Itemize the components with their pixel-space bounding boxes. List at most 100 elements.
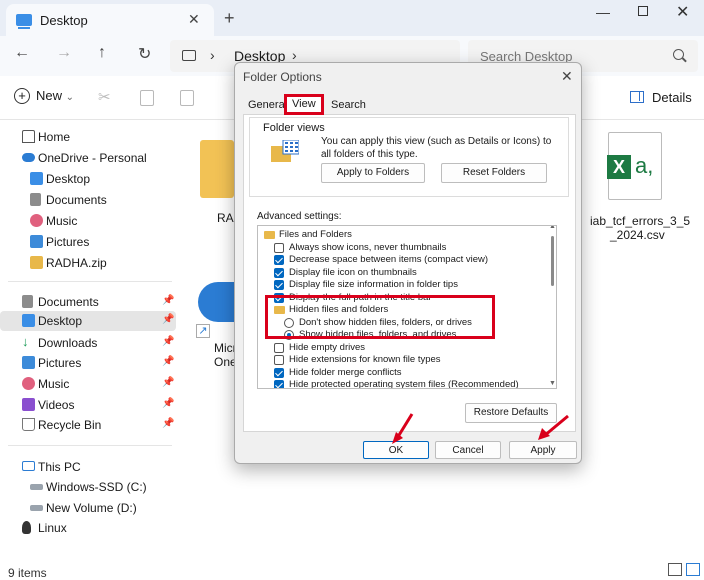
checkbox-checked[interactable] xyxy=(274,280,284,290)
scroll-down-icon[interactable]: ▼ xyxy=(549,380,556,387)
hidden-files-highlight xyxy=(265,295,495,339)
new-button[interactable]: + New ⌄ xyxy=(14,88,74,104)
cancel-button[interactable]: Cancel xyxy=(435,441,501,459)
refresh-button[interactable]: ↻ xyxy=(138,44,151,64)
setting-label: Files and Folders xyxy=(279,229,352,240)
status-item-count: 9 items xyxy=(8,566,47,580)
setting-label: Always show icons, never thumbnails xyxy=(289,241,447,253)
music-icon xyxy=(30,214,43,227)
tab-title: Desktop xyxy=(40,13,88,28)
sidebar-item-onedrive-pictures[interactable]: Pictures xyxy=(0,232,176,252)
pin-icon: 📌 xyxy=(162,377,175,388)
sidebar-item-desktop[interactable]: Desktop 📌 xyxy=(0,311,176,331)
checkbox-unchecked[interactable] xyxy=(274,355,284,365)
breadcrumb-separator[interactable]: › xyxy=(292,47,297,63)
tab-desktop[interactable]: Desktop ✕ xyxy=(6,4,214,36)
sidebar-item-onedrive-desktop[interactable]: Desktop xyxy=(0,169,176,189)
recycle-bin-icon xyxy=(22,418,35,431)
maximize-button[interactable] xyxy=(638,6,648,16)
forward-button[interactable]: → xyxy=(56,44,72,62)
sidebar-divider xyxy=(8,445,172,446)
sidebar-item-onedrive-music[interactable]: Music xyxy=(0,211,176,231)
sidebar-item-drive-d[interactable]: New Volume (D:) xyxy=(0,498,176,518)
close-icon[interactable]: ✕ xyxy=(561,68,573,85)
apply-button[interactable]: Apply xyxy=(509,441,577,459)
home-icon xyxy=(22,130,35,143)
sidebar-item-home[interactable]: Home xyxy=(0,127,176,147)
new-tab-button[interactable]: + xyxy=(224,8,235,29)
sidebar-item-radha-zip[interactable]: RADHA.zip xyxy=(0,253,176,273)
sidebar-item-label: Music xyxy=(38,377,70,391)
sidebar-item-label: Downloads xyxy=(38,336,98,350)
checkbox-unchecked[interactable] xyxy=(274,342,284,353)
sidebar-item-documents[interactable]: Documents 📌 xyxy=(0,292,176,312)
sidebar-item-drive-c[interactable]: Windows-SSD (C:) xyxy=(0,477,176,497)
sidebar-item-label: OneDrive - Personal xyxy=(38,151,147,165)
documents-icon xyxy=(30,193,41,206)
pin-icon: 📌 xyxy=(162,418,175,429)
videos-icon xyxy=(22,398,35,411)
sidebar-item-label: New Volume (D:) xyxy=(46,501,137,515)
tab-view[interactable]: View xyxy=(284,94,324,115)
checkbox-checked[interactable] xyxy=(274,380,284,388)
copy-icon[interactable] xyxy=(140,90,154,106)
pictures-icon xyxy=(30,235,43,248)
details-label: Details xyxy=(652,90,692,105)
desktop-folder-icon xyxy=(30,172,43,185)
search-icon xyxy=(673,49,684,60)
minimize-button[interactable]: — xyxy=(596,4,610,20)
folder-icon xyxy=(200,140,234,198)
details-view-icon[interactable] xyxy=(686,563,700,576)
sidebar-item-videos[interactable]: Videos 📌 xyxy=(0,395,176,415)
sidebar-item-label: Home xyxy=(38,130,71,144)
scroll-up-icon[interactable]: ▲ xyxy=(549,226,556,230)
sidebar-item-pictures[interactable]: Pictures 📌 xyxy=(0,353,176,373)
checkbox-checked[interactable] xyxy=(274,367,284,378)
close-window-button[interactable]: ✕ xyxy=(676,2,689,22)
setting-label: Hide empty drives xyxy=(289,341,366,353)
folder-icon xyxy=(264,231,275,239)
folder-views-title: Folder views xyxy=(263,122,325,134)
sidebar-item-onedrive[interactable]: OneDrive - Personal xyxy=(0,148,176,168)
checkbox-unchecked[interactable] xyxy=(274,242,284,253)
checkbox-checked[interactable] xyxy=(274,255,284,265)
csv-badge-text: a, xyxy=(635,153,654,178)
details-button[interactable]: Details xyxy=(630,90,692,105)
sidebar-item-label: Documents xyxy=(46,193,107,207)
settings-scrollbar[interactable]: ▲ ▼ xyxy=(548,226,556,388)
up-button[interactable]: ↑ xyxy=(98,44,106,62)
sidebar-item-this-pc[interactable]: This PC xyxy=(0,457,176,477)
folder-options-dialog: Folder Options ✕ General View Search Fol… xyxy=(234,62,582,464)
close-tab-icon[interactable]: ✕ xyxy=(188,11,200,28)
folder-views-description: You can apply this view (such as Details… xyxy=(321,136,552,160)
checkbox-checked[interactable] xyxy=(274,267,284,278)
reset-folders-button[interactable]: Reset Folders xyxy=(441,163,547,183)
sidebar-item-label: Linux xyxy=(38,521,67,535)
sidebar-item-label: Music xyxy=(46,214,78,228)
sidebar-item-recycle-bin[interactable]: Recycle Bin 📌 xyxy=(0,415,176,435)
paste-icon[interactable] xyxy=(180,90,194,106)
scrollbar-thumb[interactable] xyxy=(551,236,554,286)
back-button[interactable]: ← xyxy=(14,44,30,62)
excel-badge: X xyxy=(607,155,631,179)
tab-search[interactable]: Search xyxy=(327,97,370,114)
setting-label: Hide extensions for known file types xyxy=(289,354,441,365)
sidebar-item-label: Windows-SSD (C:) xyxy=(46,480,147,494)
sidebar-item-downloads[interactable]: ↓ Downloads 📌 xyxy=(0,333,176,353)
new-label: New xyxy=(36,88,63,103)
documents-icon xyxy=(22,295,33,308)
sidebar-item-label: Desktop xyxy=(38,314,83,328)
apply-to-folders-button[interactable]: Apply to Folders xyxy=(321,163,425,183)
breadcrumb-separator[interactable]: › xyxy=(210,47,215,63)
drive-icon xyxy=(30,505,43,511)
file-label: iab_tcf_errors_3_5 xyxy=(590,214,691,228)
sidebar-item-music[interactable]: Music 📌 xyxy=(0,374,176,394)
navigation-pane: Home OneDrive - Personal Desktop Documen… xyxy=(0,121,178,560)
setting-label: Display file size information in folder … xyxy=(289,279,458,290)
cut-icon[interactable]: ✂ xyxy=(98,88,111,106)
plus-icon: + xyxy=(14,88,30,104)
pin-icon: 📌 xyxy=(162,356,175,367)
sidebar-item-onedrive-documents[interactable]: Documents xyxy=(0,190,176,210)
list-view-icon[interactable] xyxy=(668,563,682,576)
sidebar-item-linux[interactable]: Linux xyxy=(0,518,176,538)
